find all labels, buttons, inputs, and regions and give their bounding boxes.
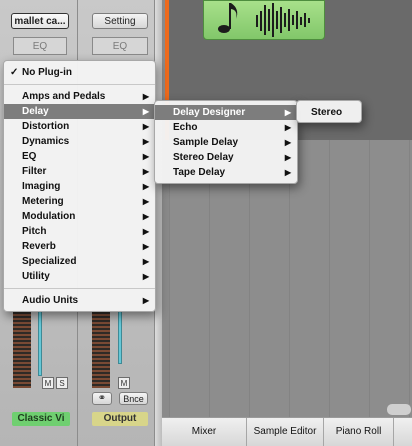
- menu-item-label: Stereo Delay: [173, 152, 234, 163]
- menu-item-label: Specialized: [22, 256, 77, 267]
- fader-right[interactable]: [118, 310, 122, 364]
- menu-item-specialized[interactable]: Specialized ▶: [4, 254, 155, 269]
- menu-item-tape-delay[interactable]: Tape Delay ▶: [155, 165, 297, 180]
- plugin-slot-left[interactable]: mallet ca...: [11, 13, 69, 29]
- menu-item-delay-designer[interactable]: Delay Designer ▶: [155, 105, 297, 120]
- menu-item-echo[interactable]: Echo ▶: [155, 120, 297, 135]
- submenu-arrow-icon: ▶: [142, 107, 149, 116]
- setting-button-right[interactable]: Setting: [92, 13, 148, 29]
- tab-sample-editor[interactable]: Sample Editor: [247, 418, 324, 446]
- delay-designer-submenu: Stereo: [296, 100, 362, 123]
- menu-item-label: Filter: [22, 166, 47, 177]
- menu-item-delay[interactable]: Delay ▶: [4, 104, 155, 119]
- checkmark-icon: ✓: [10, 67, 19, 78]
- menu-item-label: Stereo: [311, 107, 343, 118]
- link-icon: ⚭: [97, 393, 107, 404]
- channel-name-right[interactable]: Output: [92, 412, 148, 426]
- submenu-arrow-icon: ▶: [142, 257, 149, 266]
- submenu-arrow-icon: ▶: [142, 152, 149, 161]
- menu-item-imaging[interactable]: Imaging ▶: [4, 179, 155, 194]
- menu-item-distortion[interactable]: Distortion ▶: [4, 119, 155, 134]
- submenu-arrow-icon: ▶: [284, 123, 291, 132]
- menu-item-utility[interactable]: Utility ▶: [4, 269, 155, 284]
- menu-item-label: Metering: [22, 196, 64, 207]
- menu-item-eq[interactable]: EQ ▶: [4, 149, 155, 164]
- submenu-arrow-icon: ▶: [142, 227, 149, 236]
- tab-piano-roll[interactable]: Piano Roll: [324, 418, 394, 446]
- menu-item-dynamics[interactable]: Dynamics ▶: [4, 134, 155, 149]
- menu-item-metering[interactable]: Metering ▶: [4, 194, 155, 209]
- menu-item-label: Sample Delay: [173, 137, 239, 148]
- fader-left[interactable]: [38, 310, 42, 376]
- bottom-tab-bar: Mixer Sample Editor Piano Roll: [162, 417, 412, 446]
- bounce-button[interactable]: Bnce: [119, 392, 148, 405]
- menu-item-amps-and-pedals[interactable]: Amps and Pedals ▶: [4, 89, 155, 104]
- menu-item-label: Tape Delay: [173, 167, 226, 178]
- menu-separator: [4, 288, 155, 289]
- mute-button-left[interactable]: M: [42, 377, 54, 389]
- menu-item-pitch[interactable]: Pitch ▶: [4, 224, 155, 239]
- eq-button-right[interactable]: EQ: [92, 37, 148, 55]
- menu-item-filter[interactable]: Filter ▶: [4, 164, 155, 179]
- menu-item-modulation[interactable]: Modulation ▶: [4, 209, 155, 224]
- horizontal-scrollbar[interactable]: [386, 403, 412, 416]
- submenu-arrow-icon: ▶: [142, 212, 149, 221]
- submenu-arrow-icon: ▶: [142, 197, 149, 206]
- menu-item-label: Pitch: [22, 226, 47, 237]
- menu-item-stereo-delay[interactable]: Stereo Delay ▶: [155, 150, 297, 165]
- menu-item-reverb[interactable]: Reverb ▶: [4, 239, 155, 254]
- eq-button-left[interactable]: EQ: [13, 37, 67, 55]
- submenu-arrow-icon: ▶: [284, 168, 291, 177]
- mute-button-right[interactable]: M: [118, 377, 130, 389]
- menu-item-label: Audio Units: [22, 295, 79, 306]
- submenu-arrow-icon: ▶: [142, 137, 149, 146]
- submenu-arrow-icon: ▶: [142, 122, 149, 131]
- menu-item-label: Imaging: [22, 181, 61, 192]
- menu-item-label: Modulation: [22, 211, 76, 222]
- plugin-menu: ✓ No Plug-in Amps and Pedals ▶ Delay ▶ Dis…: [3, 60, 156, 312]
- menu-item-audio-units[interactable]: Audio Units ▶: [4, 293, 155, 308]
- menu-item-label: Utility: [22, 271, 50, 282]
- submenu-arrow-icon: ▶: [142, 242, 149, 251]
- submenu-arrow-icon: ▶: [142, 296, 149, 305]
- tab-mixer[interactable]: Mixer: [162, 418, 247, 446]
- level-meter-right: [92, 310, 110, 388]
- menu-item-label: Delay: [22, 106, 49, 117]
- menu-item-label: Distortion: [22, 121, 70, 132]
- submenu-arrow-icon: ▶: [142, 272, 149, 281]
- menu-item-stereo[interactable]: Stereo: [297, 105, 361, 120]
- menu-separator: [4, 84, 155, 85]
- menu-item-label: Amps and Pedals: [22, 91, 106, 102]
- submenu-arrow-icon: ▶: [284, 153, 291, 162]
- menu-item-no-plugin[interactable]: ✓ No Plug-in: [4, 65, 155, 80]
- link-button[interactable]: ⚭: [92, 392, 112, 405]
- submenu-arrow-icon: ▶: [284, 108, 291, 117]
- menu-item-label: Reverb: [22, 241, 56, 252]
- audio-region[interactable]: [203, 0, 325, 40]
- menu-item-label: No Plug-in: [22, 67, 72, 78]
- channel-name-left[interactable]: Classic Vi: [12, 412, 70, 426]
- menu-item-sample-delay[interactable]: Sample Delay ▶: [155, 135, 297, 150]
- panel-divider: [155, 0, 162, 446]
- submenu-arrow-icon: ▶: [284, 138, 291, 147]
- menu-item-label: Echo: [173, 122, 198, 133]
- menu-item-label: Delay Designer: [173, 107, 246, 118]
- submenu-arrow-icon: ▶: [142, 182, 149, 191]
- menu-item-label: Dynamics: [22, 136, 70, 147]
- delay-submenu: Delay Designer ▶ Echo ▶ Sample Delay ▶ Ster…: [154, 100, 298, 184]
- waveform-icon: [218, 3, 310, 37]
- solo-button-left[interactable]: S: [56, 377, 68, 389]
- submenu-arrow-icon: ▶: [142, 92, 149, 101]
- submenu-arrow-icon: ▶: [142, 167, 149, 176]
- level-meter-left: [13, 310, 31, 388]
- menu-item-label: EQ: [22, 151, 37, 162]
